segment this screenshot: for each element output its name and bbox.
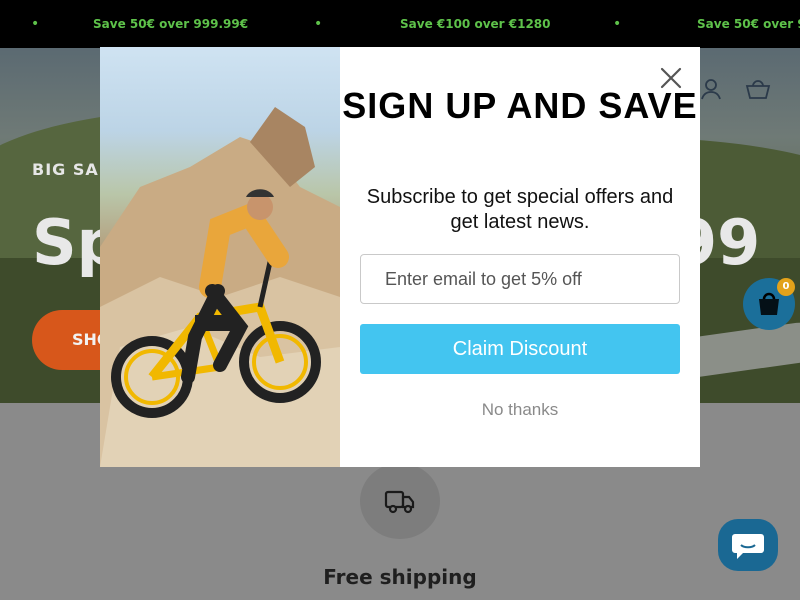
- separator-dot: •: [613, 16, 622, 32]
- cart-count-badge: 0: [777, 278, 795, 296]
- announcement-item: Save 50€ over 999: [697, 17, 800, 31]
- hero-kicker: BIG SAL: [32, 160, 110, 179]
- basket-icon[interactable]: [745, 76, 771, 100]
- chat-button[interactable]: [718, 519, 778, 571]
- claim-discount-button[interactable]: Claim Discount: [360, 324, 680, 374]
- feature-title: Free shipping: [323, 565, 477, 589]
- announcement-item: Save 50€ over 999.99€: [93, 17, 249, 31]
- user-icon[interactable]: [700, 78, 722, 100]
- no-thanks-link[interactable]: No thanks: [340, 400, 700, 420]
- popup-subtitle: Subscribe to get special offers and get …: [366, 186, 674, 233]
- shipping-icon-circle: [360, 463, 440, 539]
- truck-icon: [384, 490, 415, 514]
- shopping-bag-icon: [759, 292, 779, 315]
- announcement-bar: • Save 50€ over 999.99€ • Save €100 over…: [0, 0, 800, 48]
- popup-title: SIGN UP AND SAVE: [342, 85, 698, 126]
- signup-popup: SIGN UP AND SAVE Subscribe to get specia…: [100, 47, 700, 467]
- popup-product-image: [100, 47, 340, 467]
- email-field[interactable]: [360, 254, 680, 304]
- popup-form-panel: SIGN UP AND SAVE Subscribe to get specia…: [340, 47, 700, 467]
- ebike-rider-illustration: [100, 107, 340, 467]
- announcement-item: Save €100 over €1280: [400, 17, 551, 31]
- chat-icon: [732, 534, 764, 559]
- separator-dot: •: [314, 16, 323, 32]
- separator-dot: •: [31, 16, 40, 32]
